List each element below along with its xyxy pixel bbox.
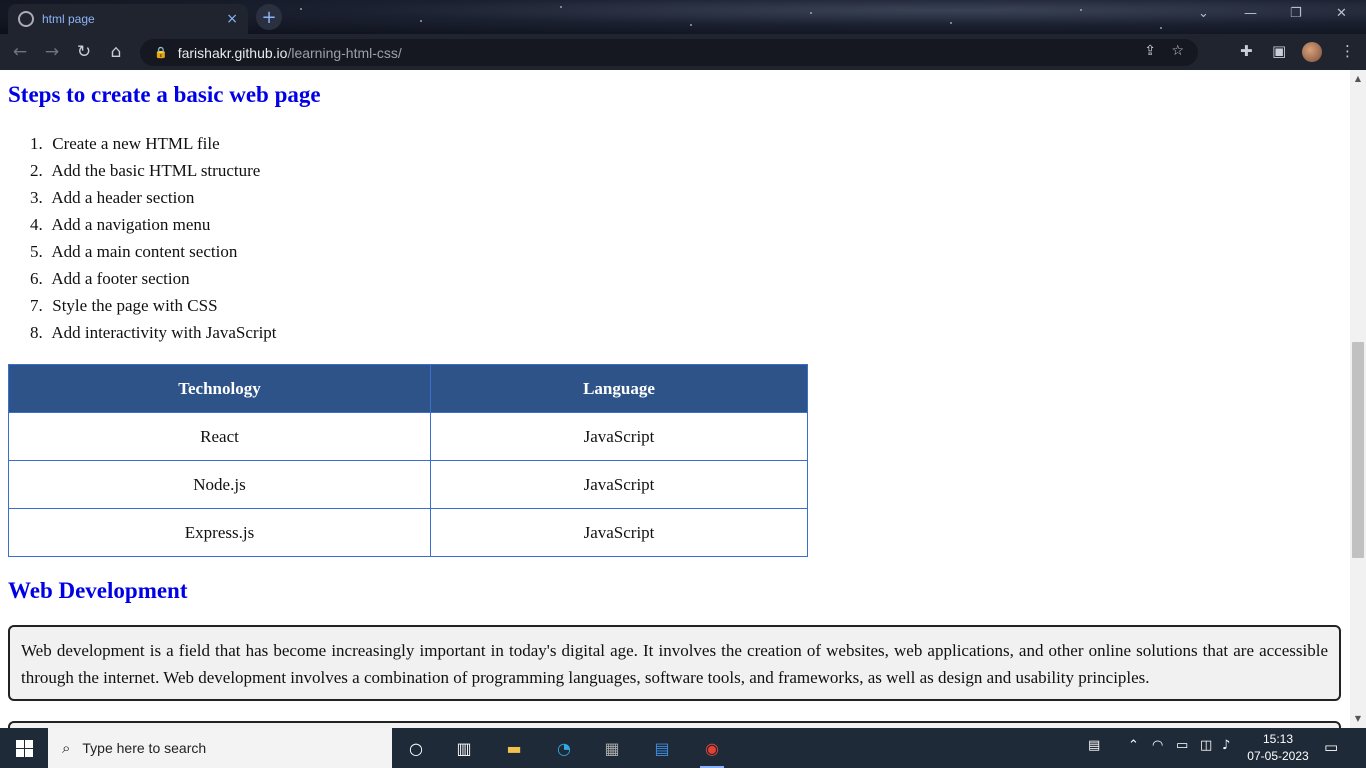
steps-list: 1. Create a new HTML file 2. Add the bas… [30,130,277,346]
back-button[interactable]: ← [4,42,36,62]
star [300,8,302,10]
web-development-heading: Web Development [8,578,188,603]
table-cell: React [8,412,431,461]
list-item: 2. Add the basic HTML structure [30,161,261,180]
table-row: React JavaScript [8,412,808,461]
search-icon: ⌕ [62,739,71,757]
network-icon[interactable]: ◠ [1152,738,1163,753]
forward-button[interactable]: → [36,42,68,62]
microsoft-store-icon[interactable]: ▤ [650,736,674,760]
table-row: Express.js JavaScript [8,508,808,557]
next-content-box [8,721,1341,728]
search-placeholder: Type here to search [82,740,207,756]
column-header-technology: Technology [8,364,431,413]
star [1160,27,1162,29]
clock-time: 15:13 [1262,732,1294,746]
taskbar-clock[interactable]: 15:13 07-05-2023 [1246,731,1310,765]
tab-strip: html page × + ⌄ — ❐ ✕ [0,0,1366,34]
bookmark-star-icon[interactable]: ☆ [1171,43,1184,59]
star [950,22,952,24]
chevron-up-icon[interactable]: ⌃ [1128,738,1139,753]
url-path: /learning-html-css/ [287,44,402,61]
url-host: farishakr.github.io [177,44,288,61]
browser-toolbar: ← → ↻ ⌂ 🔒 farishakr.github.io/learning-h… [0,34,1366,70]
edge-icon[interactable]: ◔ [552,736,576,760]
tab-close-icon[interactable]: × [226,11,238,27]
column-header-language: Language [430,364,808,413]
table-cell: JavaScript [430,412,808,461]
texmaker-icon[interactable]: ▦ [600,736,624,760]
table-cell: Node.js [8,460,431,509]
list-item: 6. Add a footer section [30,269,190,288]
minimize-button[interactable]: — [1244,6,1257,21]
clock-date: 07-05-2023 [1247,749,1309,763]
star [690,24,692,26]
file-explorer-icon[interactable]: ▬ [502,736,526,760]
restore-button[interactable]: ❐ [1290,6,1302,21]
star [420,20,422,22]
battery-icon[interactable]: ▭ [1176,738,1188,753]
scrollbar-thumb[interactable] [1352,342,1364,558]
tab-html-page[interactable]: html page × [8,4,248,34]
tab-search-icon[interactable]: ⌄ [1198,6,1209,21]
table-cell: Express.js [8,508,431,557]
chrome-icon[interactable]: ◉ [700,736,724,768]
reload-button[interactable]: ↻ [68,42,100,62]
list-item: 8. Add interactivity with JavaScript [30,323,277,342]
table-row: Node.js JavaScript [8,460,808,509]
list-item: 4. Add a navigation menu [30,215,211,234]
table-header-row: Technology Language [8,364,808,413]
list-item: 3. Add a header section [30,188,195,207]
menu-icon[interactable]: ⋮ [1340,42,1355,60]
list-item: 5. Add a main content section [30,242,238,261]
home-button[interactable]: ⌂ [100,42,132,62]
volume-icon[interactable]: ♪ [1222,738,1230,753]
start-button[interactable] [0,728,48,768]
news-widget-icon[interactable]: ▤ [1088,738,1100,753]
lock-icon[interactable]: 🔒 [154,46,168,59]
meet-now-icon[interactable]: ◫ [1200,738,1212,753]
close-window-button[interactable]: ✕ [1336,6,1347,21]
page-viewport: Steps to create a basic web page 1. Crea… [0,70,1350,728]
share-icon[interactable]: ⇪ [1144,43,1156,59]
star [560,6,562,8]
list-item: 1. Create a new HTML file [30,134,220,153]
task-view-icon[interactable]: ▥ [452,736,476,760]
star [1080,9,1082,11]
star [810,12,812,14]
new-tab-button[interactable]: + [256,4,282,30]
side-panel-icon[interactable]: ▣ [1272,42,1286,60]
table-cell: JavaScript [430,460,808,509]
scroll-down-icon[interactable]: ▼ [1350,714,1366,723]
windows-logo-icon [15,739,33,757]
notifications-icon[interactable]: ▭ [1324,738,1338,756]
address-bar[interactable]: 🔒 farishakr.github.io/learning-html-css/… [140,39,1198,66]
page-scrollbar[interactable]: ▲ ▼ [1350,70,1366,728]
extensions-icon[interactable]: ✚ [1240,42,1253,60]
web-development-description: Web development is a field that has beco… [8,625,1341,701]
list-item: 7. Style the page with CSS [30,296,218,315]
table-cell: JavaScript [430,508,808,557]
globe-icon [18,11,34,27]
profile-avatar[interactable] [1302,42,1322,62]
tab-title: html page [42,12,95,26]
cortana-icon[interactable]: ○ [404,736,428,760]
technology-table: Technology Language React JavaScript Nod… [8,364,808,557]
windows-taskbar: ⌕ Type here to search ○ ▥ ▬ ◔ ▦ ▤ ◉ ▤ ⌃ … [0,728,1366,768]
taskbar-search-box[interactable]: ⌕ Type here to search [48,728,392,768]
scroll-up-icon[interactable]: ▲ [1350,74,1366,83]
steps-heading: Steps to create a basic web page [8,82,321,107]
